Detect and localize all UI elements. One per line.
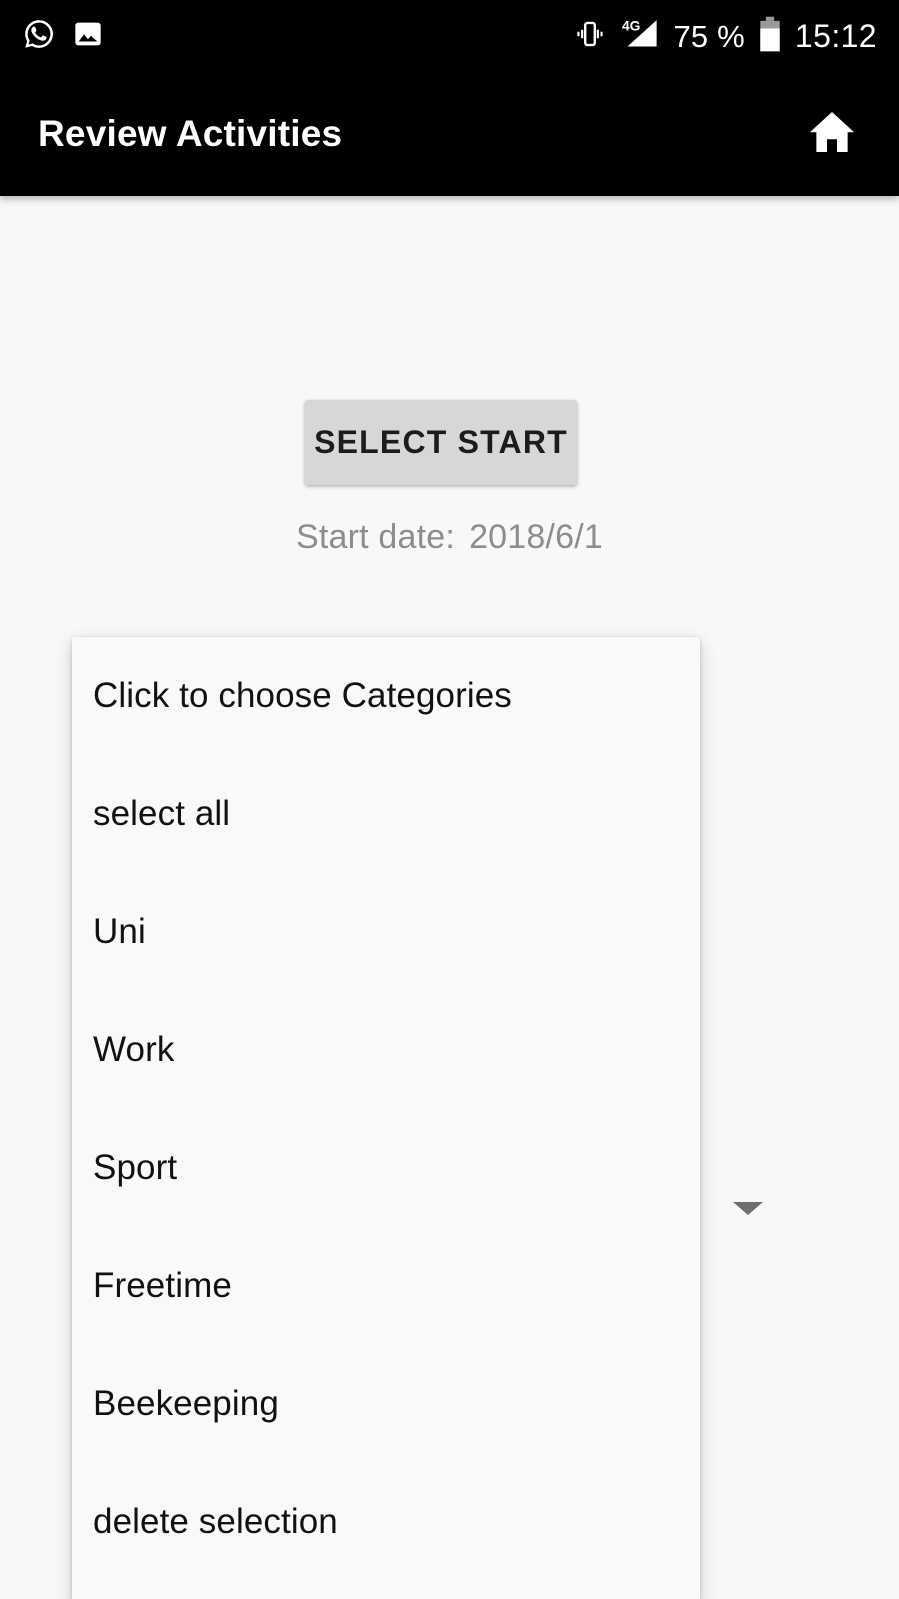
spinner-item-click-to-choose-categories[interactable]: Click to choose Categories	[72, 637, 700, 755]
status-bar: 4G 75 % 15:12	[0, 0, 899, 72]
home-button[interactable]	[803, 105, 861, 163]
spinner-dropdown-arrow[interactable]	[733, 1202, 763, 1232]
image-icon	[72, 18, 104, 55]
spinner-item-freetime[interactable]: Freetime	[72, 1227, 700, 1345]
spinner-item-select-all[interactable]: select all	[72, 755, 700, 873]
whatsapp-icon	[22, 17, 56, 56]
app-bar-actions	[803, 105, 861, 163]
main-content: SELECT START Start date: 2018/6/1 Click t…	[0, 196, 899, 1599]
svg-text:4G: 4G	[622, 17, 640, 33]
status-bar-system-icons: 4G 75 % 15:12	[573, 16, 877, 57]
home-icon	[806, 107, 858, 162]
spinner-item-uni[interactable]: Uni	[72, 873, 700, 991]
page-title: Review Activities	[38, 113, 343, 154]
start-date-label: Start date:	[295, 518, 456, 556]
category-spinner-popup: Click to choose Categories select all Un…	[72, 637, 700, 1599]
spinner-item-work[interactable]: Work	[72, 991, 700, 1109]
vibrate-icon	[573, 17, 607, 56]
spinner-item-delete-selection[interactable]: delete selection	[72, 1463, 700, 1581]
battery-percent-label: 75 %	[673, 18, 745, 54]
status-bar-notifications	[22, 17, 104, 56]
clock-label: 15:12	[794, 18, 877, 54]
app-screen: 4G 75 % 15:12 Review Activities SELECT S…	[0, 0, 899, 1599]
app-bar: Review Activities	[0, 72, 899, 196]
spinner-item-beekeeping[interactable]: Beekeeping	[72, 1345, 700, 1463]
start-date-row: Start date: 2018/6/1	[0, 518, 899, 557]
spinner-item-sport[interactable]: Sport	[72, 1109, 700, 1227]
start-date-value: 2018/6/1	[469, 518, 604, 556]
battery-icon	[758, 16, 782, 57]
select-start-button[interactable]: SELECT START	[305, 400, 577, 485]
signal-4g-icon: 4G	[620, 16, 660, 57]
chevron-down-icon	[733, 1202, 763, 1215]
